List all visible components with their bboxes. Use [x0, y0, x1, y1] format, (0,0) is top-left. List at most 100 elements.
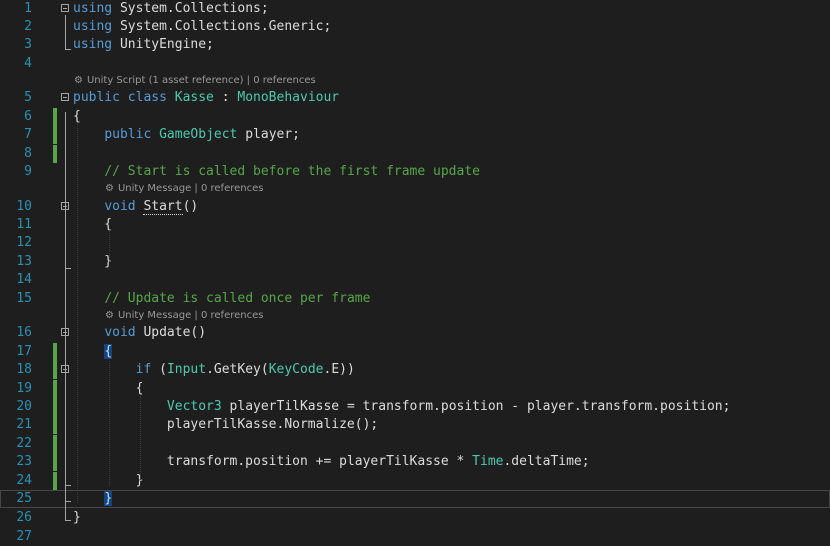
code-line[interactable]: 2 using System.Collections.Generic; — [0, 18, 830, 36]
code-line[interactable]: 16 void Update() — [0, 324, 830, 342]
line-number: 16 — [16, 325, 32, 340]
fold-bracket — [65, 220, 66, 268]
line-number: 27 — [16, 529, 32, 544]
code-line[interactable]: 10 void Start() — [0, 198, 830, 216]
code-text: using System.Collections; — [73, 0, 269, 18]
code-text: { — [73, 216, 112, 234]
codelens-text: Unity Script (1 asset reference) | 0 ref… — [86, 75, 316, 86]
line-number: 9 — [24, 164, 32, 179]
line-number: 2 — [24, 19, 32, 34]
change-marker — [53, 108, 57, 126]
change-marker — [53, 416, 57, 434]
code-text: void Update() — [73, 324, 206, 342]
code-line[interactable]: 18 if (Input.GetKey(KeyCode.E)) — [0, 361, 830, 379]
change-marker — [53, 361, 57, 379]
unity-gear-icon: ⚙ — [74, 75, 83, 86]
code-editor[interactable]: 1 using System.Collections; 2 using System.… — [0, 0, 830, 545]
code-token: .E)) — [323, 362, 355, 377]
indent-guide — [77, 124, 78, 503]
code-text: using System.Collections.Generic; — [73, 18, 331, 36]
code-text: using UnityEngine; — [73, 36, 214, 54]
code-token: } — [73, 510, 81, 525]
change-marker — [53, 380, 57, 398]
code-token: using — [73, 1, 113, 16]
line-number: 5 — [24, 90, 32, 105]
codelens-start[interactable]: ⚙ Unity Message | 0 references — [105, 181, 263, 197]
collapse-toggle-icon[interactable] — [61, 4, 69, 12]
code-text: void Start() — [73, 198, 198, 216]
code-text: public class Kasse : MonoBehaviour — [73, 89, 339, 107]
code-line[interactable]: 1 using System.Collections; — [0, 0, 830, 18]
fold-bracket-end — [65, 520, 71, 521]
code-line[interactable]: 27 — [0, 528, 830, 546]
code-token: { — [104, 344, 113, 359]
fold-bracket-end — [65, 268, 71, 269]
code-line[interactable]: 9 // Start is called before the first fr… — [0, 163, 830, 181]
code-token: using — [73, 19, 113, 34]
line-number: 18 — [16, 362, 32, 377]
line-number: 7 — [24, 127, 32, 142]
code-text: if (Input.GetKey(KeyCode.E)) — [73, 361, 355, 379]
code-text: } — [73, 253, 112, 271]
line-number: 12 — [16, 235, 32, 250]
code-line[interactable]: 4 — [0, 55, 830, 73]
line-number: 21 — [16, 417, 32, 432]
code-token: .GetKey( — [206, 362, 269, 377]
codelens-update[interactable]: ⚙ Unity Message | 0 references — [105, 308, 263, 324]
code-token: ( — [159, 362, 167, 377]
code-line[interactable]: 7 public GameObject player; — [0, 126, 830, 144]
line-number: 4 — [24, 56, 32, 71]
codelens-class[interactable]: ⚙ Unity Script (1 asset reference) | 0 re… — [74, 73, 316, 89]
code-line[interactable]: 19 { — [0, 380, 830, 398]
code-line[interactable]: 11 { — [0, 216, 830, 234]
code-token: { — [73, 109, 81, 124]
code-line[interactable]: 13 } — [0, 253, 830, 271]
change-marker — [53, 398, 57, 416]
unity-gear-icon: ⚙ — [105, 310, 114, 321]
line-number: 14 — [16, 272, 32, 287]
code-token: // Update is called once per frame — [104, 291, 371, 306]
code-token: Input — [166, 362, 207, 377]
code-line[interactable]: 22 — [0, 435, 830, 453]
code-line[interactable]: 3 using UnityEngine; — [0, 36, 830, 54]
change-marker — [53, 126, 57, 144]
code-line[interactable]: 12 — [0, 234, 830, 252]
code-line[interactable]: 8 — [0, 145, 830, 163]
code-line[interactable]: 14 — [0, 271, 830, 289]
code-line[interactable]: 5 public class Kasse : MonoBehaviour — [0, 89, 830, 107]
code-token: Vector3 — [166, 399, 222, 414]
code-line[interactable]: 25 } — [0, 490, 830, 508]
code-line[interactable]: 20 Vector3 playerTilKasse = transform.po… — [0, 398, 830, 416]
code-token: System.Collections.Generic; — [112, 19, 332, 34]
code-token: if — [135, 362, 160, 377]
code-token: () — [182, 199, 199, 214]
code-line[interactable]: 15 // Update is called once per frame — [0, 290, 830, 308]
code-token: Kasse — [174, 90, 214, 105]
change-marker — [53, 343, 57, 361]
code-text: transform.position += playerTilKasse * T… — [73, 453, 590, 471]
code-line[interactable]: 24 } — [0, 472, 830, 490]
code-line[interactable]: 17 { — [0, 343, 830, 361]
collapse-toggle-icon[interactable] — [61, 93, 69, 101]
codelens-text: Unity Message | 0 references — [117, 310, 264, 321]
code-token: void — [104, 325, 144, 340]
code-text: public GameObject player; — [73, 126, 300, 144]
code-token: } — [104, 491, 113, 506]
code-token: playerTilKasse.Normalize(); — [73, 417, 379, 432]
line-number: 19 — [16, 381, 32, 396]
line-number: 24 — [16, 473, 32, 488]
line-number: 1 — [24, 1, 32, 16]
code-line[interactable]: 21 playerTilKasse.Normalize(); — [0, 416, 830, 434]
code-line[interactable]: 26} — [0, 509, 830, 527]
code-token: UnityEngine; — [112, 37, 214, 52]
indent-guide — [109, 230, 110, 262]
code-token: // Start is called before the first fram… — [104, 164, 480, 179]
code-token: public class — [73, 90, 175, 105]
code-line[interactable]: 23 transform.position += playerTilKasse … — [0, 453, 830, 471]
code-token: } — [73, 254, 113, 269]
code-token: player; — [237, 127, 301, 142]
code-line[interactable]: 6{ — [0, 108, 830, 126]
code-token: KeyCode — [268, 362, 324, 377]
